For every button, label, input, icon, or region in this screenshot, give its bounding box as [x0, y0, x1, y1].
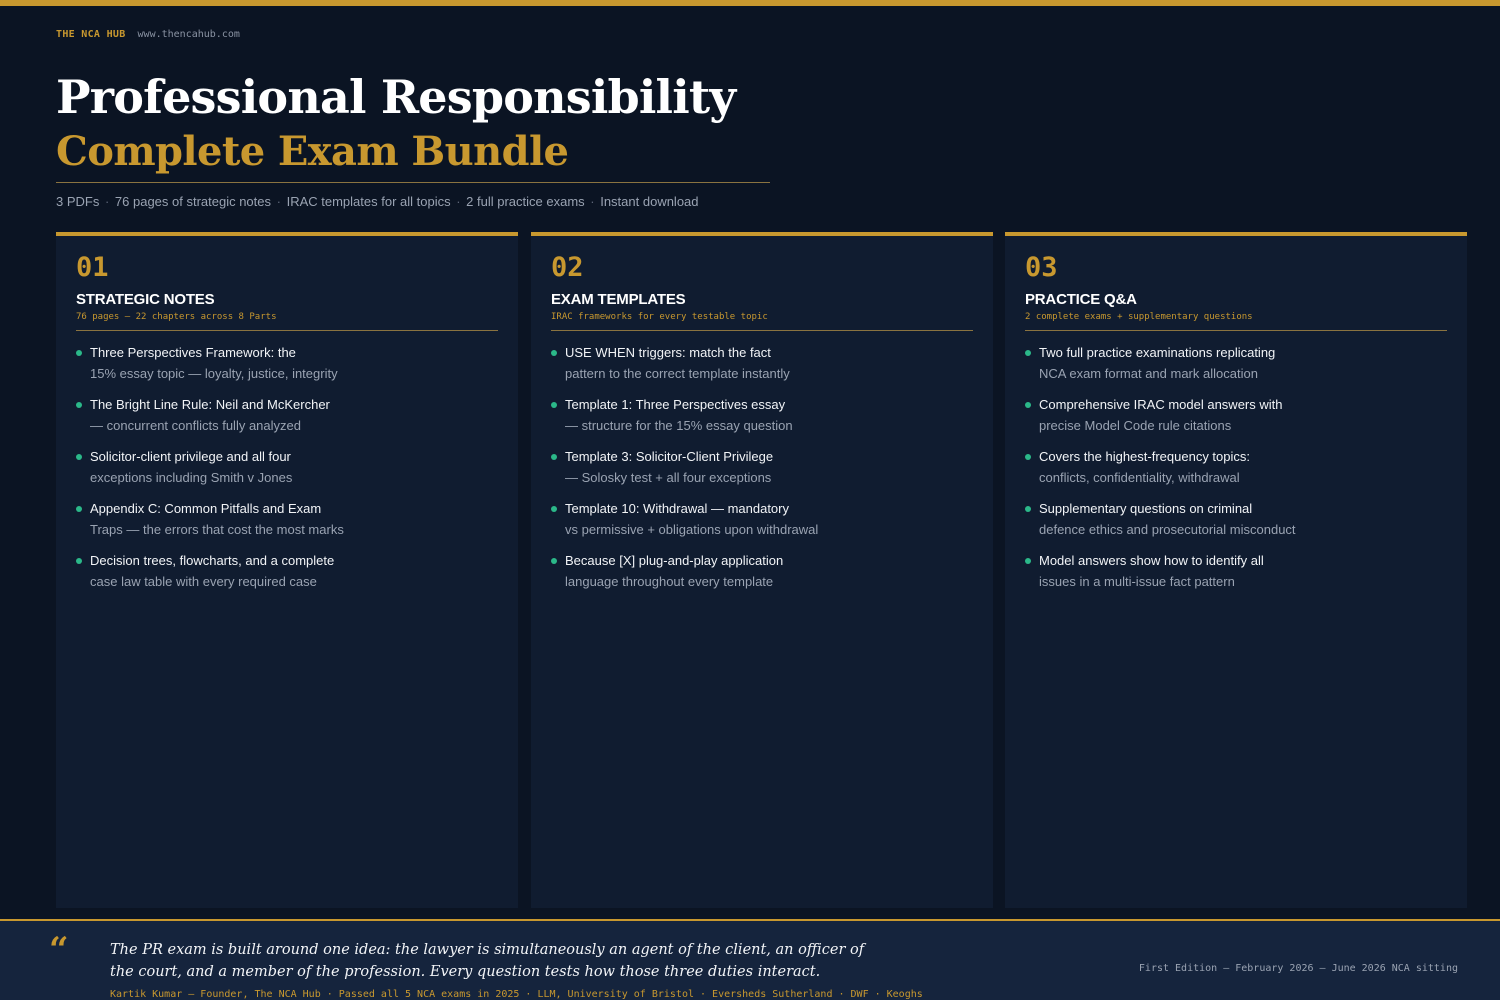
- card-title: EXAM TEMPLATES: [551, 291, 686, 308]
- bullet-dot-icon: [1025, 454, 1031, 460]
- meta-item: 76 pages of strategic notes: [114, 194, 272, 209]
- page-title: Professional Responsibility: [56, 70, 736, 124]
- feature-list-item: Three Perspectives Framework: the 15% ess…: [76, 342, 498, 384]
- card-subtitle: IRAC frameworks for every testable topic: [551, 312, 973, 331]
- feature-headline: Template 3: Solicitor-Client Privilege: [565, 449, 774, 464]
- feature-list-item: Comprehensive IRAC model answers with pre…: [1025, 394, 1447, 436]
- card-title: STRATEGIC NOTES: [76, 291, 215, 308]
- card-strategic-notes: 01 STRATEGIC NOTES 76 pages — 22 chapters …: [56, 232, 518, 908]
- feature-headline: Two full practice examinations replicati…: [1039, 345, 1276, 360]
- feature-detail: vs permissive + obligations upon withdra…: [565, 522, 819, 537]
- quote-mark-icon: “: [49, 930, 69, 970]
- bullet-dot-icon: [76, 350, 82, 356]
- feature-list-item: The Bright Line Rule: Neil and McKercher…: [76, 394, 498, 436]
- feature-detail: defence ethics and prosecutorial miscond…: [1039, 522, 1296, 537]
- bullet-dot-icon: [551, 454, 557, 460]
- quote-attribution: Kartik Kumar — Founder, The NCA Hub · Pa…: [110, 989, 923, 1000]
- feature-detail: issues in a multi-issue fact pattern: [1039, 574, 1235, 589]
- card-number: 03: [1025, 252, 1058, 283]
- card-feature-list: USE WHEN triggers: match the fact pattern…: [551, 342, 973, 592]
- feature-list-item: Two full practice examinations replicati…: [1025, 342, 1447, 384]
- meta-separator: ·: [452, 194, 465, 209]
- meta-separator: ·: [101, 194, 113, 209]
- feature-list-item: Template 3: Solicitor-Client Privilege — …: [551, 446, 973, 488]
- feature-detail: exceptions including Smith v Jones: [90, 470, 293, 485]
- feature-headline: Solicitor-client privilege and all four: [90, 449, 291, 464]
- feature-detail: 15% essay topic — loyalty, justice, inte…: [90, 366, 338, 381]
- card-exam-templates: 02 EXAM TEMPLATES IRAC frameworks for ever…: [531, 232, 993, 908]
- card-subtitle: 76 pages — 22 chapters across 8 Parts: [76, 312, 498, 331]
- card-number: 01: [76, 252, 109, 283]
- feature-headline: Appendix C: Common Pitfalls and Exam: [90, 501, 322, 516]
- feature-headline: USE WHEN triggers: match the fact: [565, 345, 771, 360]
- feature-detail: conflicts, confidentiality, withdrawal: [1039, 470, 1240, 485]
- bullet-dot-icon: [76, 506, 82, 512]
- bullet-dot-icon: [76, 454, 82, 460]
- card-feature-list: Two full practice examinations replicati…: [1025, 342, 1447, 592]
- feature-list-item: Supplementary questions on criminal defen…: [1025, 498, 1447, 540]
- feature-detail: case law table with every required case: [90, 574, 317, 589]
- bullet-dot-icon: [1025, 402, 1031, 408]
- bullet-dot-icon: [1025, 350, 1031, 356]
- meta-separator: ·: [273, 194, 285, 209]
- feature-list-item: USE WHEN triggers: match the fact pattern…: [551, 342, 973, 384]
- feature-headline: Supplementary questions on criminal: [1039, 501, 1253, 516]
- feature-list-item: Decision trees, flowcharts, and a comple…: [76, 550, 498, 592]
- feature-detail: language throughout every template: [565, 574, 774, 589]
- card-title: PRACTICE Q&A: [1025, 291, 1137, 308]
- card-feature-list: Three Perspectives Framework: the 15% ess…: [76, 342, 498, 592]
- footer: “ The PR exam is built around one idea: …: [0, 919, 1500, 1000]
- card-subtitle: 2 complete exams + supplementary questio…: [1025, 312, 1447, 331]
- feature-detail: — structure for the 15% essay question: [565, 418, 793, 433]
- feature-detail: — Solosky test + all four exceptions: [565, 470, 772, 485]
- bullet-dot-icon: [1025, 506, 1031, 512]
- bullet-dot-icon: [76, 558, 82, 564]
- meta-separator: ·: [586, 194, 599, 209]
- feature-detail: precise Model Code rule citations: [1039, 418, 1232, 433]
- feature-detail: NCA exam format and mark allocation: [1039, 366, 1258, 381]
- bullet-dot-icon: [551, 350, 557, 356]
- edition-info: First Edition — February 2026 — June 202…: [1138, 963, 1458, 974]
- feature-list-item: Solicitor-client privilege and all four e…: [76, 446, 498, 488]
- founder-quote: The PR exam is built around one idea: th…: [110, 942, 865, 980]
- card-practice-qa: 03 PRACTICE Q&A 2 complete exams + supplem…: [1005, 232, 1467, 908]
- feature-headline: Because [X] plug-and-play application: [565, 553, 784, 568]
- feature-list-item: Template 10: Withdrawal — mandatory vs pe…: [551, 498, 973, 540]
- feature-list-item: Model answers show how to identify all is…: [1025, 550, 1447, 592]
- bullet-dot-icon: [76, 402, 82, 408]
- feature-headline: Three Perspectives Framework: the: [90, 345, 296, 360]
- feature-detail: — concurrent conflicts fully analyzed: [90, 418, 301, 433]
- feature-headline: Decision trees, flowcharts, and a comple…: [90, 553, 335, 568]
- meta-item: Instant download: [600, 194, 699, 209]
- brand-url[interactable]: www.thencahub.com: [138, 29, 240, 40]
- feature-list-item: Appendix C: Common Pitfalls and Exam Trap…: [76, 498, 498, 540]
- bullet-dot-icon: [551, 402, 557, 408]
- meta-item: IRAC templates for all topics: [286, 194, 451, 209]
- feature-detail: pattern to the correct template instantl…: [565, 366, 790, 381]
- feature-headline: Comprehensive IRAC model answers with: [1039, 397, 1283, 412]
- feature-headline: Template 1: Three Perspectives essay: [565, 397, 786, 412]
- meta-item: 2 full practice exams: [466, 194, 585, 209]
- brand-bar: THE NCA HUB www.thencahub.com: [56, 29, 240, 40]
- feature-list-item: Because [X] plug-and-play application lan…: [551, 550, 973, 592]
- bullet-dot-icon: [551, 558, 557, 564]
- card-number: 02: [551, 252, 584, 283]
- feature-headline: Covers the highest-frequency topics:: [1039, 449, 1250, 464]
- feature-list-item: Covers the highest-frequency topics: conf…: [1025, 446, 1447, 488]
- top-accent-bar: [0, 0, 1500, 6]
- product-meta-line: 3 PDFs · 76 pages of strategic notes · I…: [56, 194, 699, 209]
- feature-list-item: Template 1: Three Perspectives essay — st…: [551, 394, 973, 436]
- feature-headline: The Bright Line Rule: Neil and McKercher: [90, 397, 330, 412]
- title-divider: [56, 182, 770, 183]
- bullet-dot-icon: [1025, 558, 1031, 564]
- feature-headline: Model answers show how to identify all: [1039, 553, 1264, 568]
- brand-name: THE NCA HUB: [56, 29, 126, 40]
- meta-item: 3 PDFs: [56, 194, 100, 209]
- page-subtitle: Complete Exam Bundle: [56, 128, 569, 175]
- bullet-dot-icon: [551, 506, 557, 512]
- feature-detail: Traps — the errors that cost the most ma…: [90, 522, 344, 537]
- feature-headline: Template 10: Withdrawal — mandatory: [565, 501, 789, 516]
